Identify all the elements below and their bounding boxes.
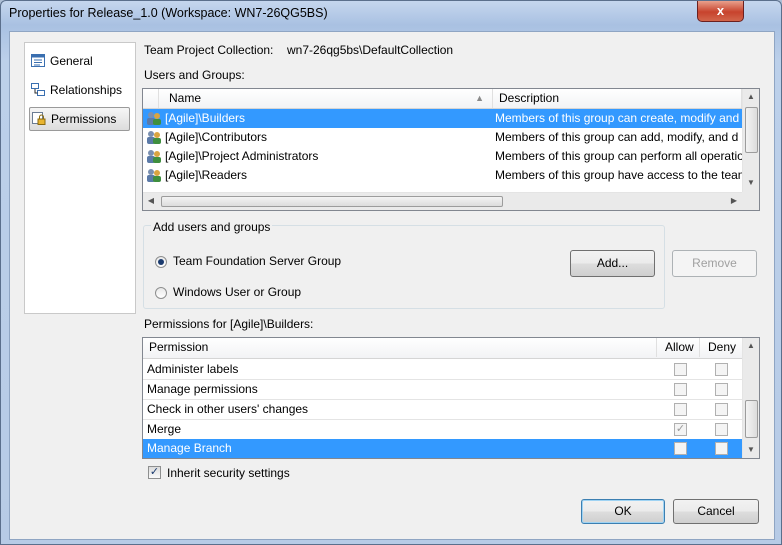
permission-name: Manage Branch <box>147 441 232 455</box>
group-name: [Agile]\Project Administrators <box>165 149 319 163</box>
scroll-thumb[interactable] <box>745 107 758 153</box>
deny-checkbox[interactable] <box>715 403 728 416</box>
group-icon <box>147 169 161 182</box>
add-users-legend: Add users and groups <box>151 220 273 234</box>
inherit-security-label[interactable]: Inherit security settings <box>167 466 290 480</box>
users-groups-vscrollbar[interactable]: ▲ ▼ <box>742 89 759 192</box>
column-header-name-label: Name <box>169 91 202 105</box>
permissions-lock-icon <box>32 112 46 125</box>
deny-checkbox[interactable] <box>715 383 728 396</box>
group-name: [Agile]\Readers <box>165 168 248 182</box>
permission-name: Manage permissions <box>147 382 258 396</box>
windows-user-label[interactable]: Windows User or Group <box>173 285 301 299</box>
group-name: [Agile]\Contributors <box>165 130 268 144</box>
group-description: Members of this group have access to the… <box>495 168 742 182</box>
deny-checkbox[interactable] <box>715 442 728 455</box>
tfs-group-radio[interactable] <box>155 256 167 268</box>
column-header-description-label: Description <box>499 91 560 105</box>
nav-item-general[interactable]: General <box>29 50 130 72</box>
cancel-button[interactable]: Cancel <box>673 499 759 524</box>
nav-item-permissions[interactable]: Permissions <box>29 107 130 131</box>
users-groups-label: Users and Groups: <box>144 68 245 82</box>
column-header-description[interactable]: Description <box>493 89 742 108</box>
allow-checkbox[interactable] <box>674 383 687 396</box>
column-header-deny-label: Deny <box>708 340 737 354</box>
scroll-right-icon[interactable]: ▶ <box>726 193 742 209</box>
allow-checkbox[interactable] <box>674 363 687 376</box>
permission-row[interactable]: Manage Branch <box>143 439 742 458</box>
add-button[interactable]: Add... <box>570 250 655 277</box>
sort-ascending-icon: ▲ <box>475 93 484 103</box>
users-groups-hscrollbar[interactable]: ◀ ▶ <box>143 192 742 210</box>
group-description: Members of this group can add, modify, a… <box>495 130 739 144</box>
scroll-corner <box>742 192 759 210</box>
permission-row[interactable]: Administer labels <box>143 359 742 380</box>
scroll-thumb[interactable] <box>745 400 758 438</box>
column-header-permission-label: Permission <box>149 340 209 354</box>
group-icon <box>147 131 161 144</box>
column-header-allow-label: Allow <box>665 340 694 354</box>
nav-item-relationships[interactable]: Relationships <box>29 79 130 101</box>
deny-checkbox[interactable] <box>715 363 728 376</box>
remove-button[interactable]: Remove <box>672 250 757 277</box>
hscroll-thumb[interactable] <box>161 196 503 207</box>
permissions-for-label: Permissions for [Agile]\Builders: <box>144 317 314 331</box>
group-row[interactable]: [Agile]\Contributors Members of this gro… <box>143 128 742 147</box>
group-description: Members of this group can create, modify… <box>495 111 740 125</box>
users-groups-header: Name ▲ Description <box>143 89 742 109</box>
title-bar[interactable]: Properties for Release_1.0 (Workspace: W… <box>1 1 781 27</box>
permissions-grid[interactable]: Permission Allow Deny Administer labels … <box>142 337 760 459</box>
allow-checkbox[interactable]: ✓ <box>674 423 687 436</box>
scroll-up-icon[interactable]: ▲ <box>743 338 759 354</box>
scroll-down-icon[interactable]: ▼ <box>743 175 759 191</box>
group-row[interactable]: [Agile]\Builders Members of this group c… <box>143 109 742 128</box>
close-icon[interactable]: x <box>697 1 744 22</box>
permission-row[interactable]: Manage permissions <box>143 379 742 400</box>
inherit-security-checkbox[interactable]: ✓ <box>148 466 161 479</box>
allow-checkbox[interactable] <box>674 403 687 416</box>
properties-dialog: Properties for Release_1.0 (Workspace: W… <box>0 0 782 545</box>
permission-name: Check in other users' changes <box>147 402 309 416</box>
collection-value: wn7-26qg5bs\DefaultCollection <box>287 43 454 57</box>
scroll-down-icon[interactable]: ▼ <box>743 442 759 458</box>
users-groups-list[interactable]: Name ▲ Description [Agile]\Builders Memb… <box>142 88 760 211</box>
category-nav: General Relationships Permissions <box>24 42 136 314</box>
nav-label-relationships: Relationships <box>50 83 123 97</box>
permissions-header: Permission Allow Deny <box>143 338 742 359</box>
group-icon <box>147 112 161 125</box>
permission-row[interactable]: Merge ✓ <box>143 419 742 440</box>
allow-checkbox[interactable] <box>674 442 687 455</box>
column-header-name[interactable]: Name ▲ <box>159 89 493 108</box>
group-name: [Agile]\Builders <box>165 111 246 125</box>
ok-button[interactable]: OK <box>581 499 665 524</box>
permission-name: Administer labels <box>147 362 239 376</box>
relationships-icon <box>31 83 45 96</box>
windows-user-radio[interactable] <box>155 287 167 299</box>
scroll-left-icon[interactable]: ◀ <box>143 193 159 209</box>
permission-name: Merge <box>147 422 182 436</box>
tfs-group-label[interactable]: Team Foundation Server Group <box>173 254 341 268</box>
group-icon <box>147 150 161 163</box>
header-icon-column <box>143 89 159 108</box>
column-header-permission[interactable]: Permission <box>143 338 657 357</box>
group-row[interactable]: [Agile]\Project Administrators Members o… <box>143 147 742 166</box>
permission-row[interactable]: Check in other users' changes <box>143 399 742 420</box>
group-description: Members of this group can perform all op… <box>495 149 742 163</box>
dialog-client-area: General Relationships Permissions Team P… <box>9 31 775 540</box>
deny-checkbox[interactable] <box>715 423 728 436</box>
group-row[interactable]: [Agile]\Readers Members of this group ha… <box>143 166 742 185</box>
general-properties-icon <box>31 54 45 67</box>
column-header-allow[interactable]: Allow <box>657 338 700 357</box>
permissions-vscrollbar[interactable]: ▲ ▼ <box>742 338 759 458</box>
nav-label-general: General <box>50 54 93 68</box>
nav-label-permissions: Permissions <box>51 112 117 126</box>
collection-label: Team Project Collection: <box>144 43 274 57</box>
scroll-up-icon[interactable]: ▲ <box>743 89 759 105</box>
window-title: Properties for Release_1.0 (Workspace: W… <box>9 6 328 20</box>
column-header-deny[interactable]: Deny <box>700 338 742 357</box>
